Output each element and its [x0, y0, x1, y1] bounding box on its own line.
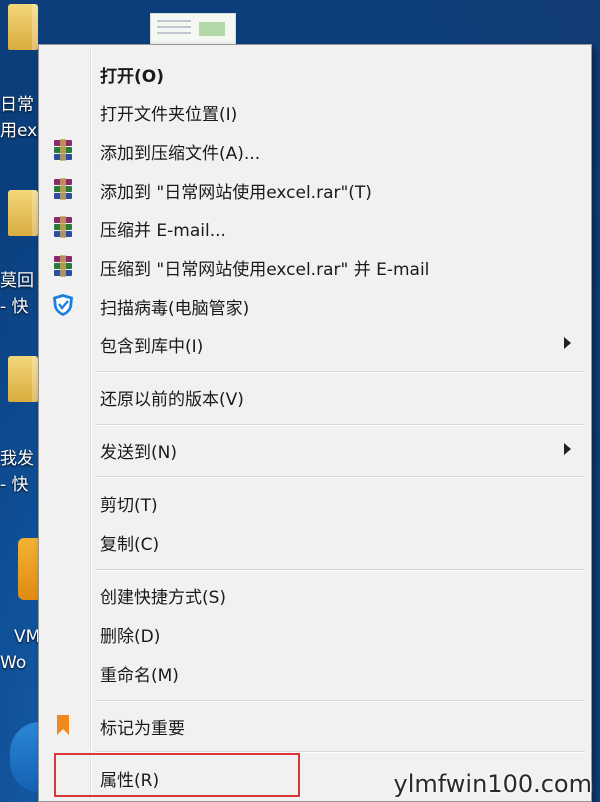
- menu-item-open[interactable]: 打开(O): [41, 57, 589, 89]
- menu-item-label: 创建快捷方式(S): [100, 588, 227, 608]
- bookmark-icon: [57, 715, 69, 735]
- menu-item-label: 压缩到 "日常网站使用excel.rar" 并 E-mail: [100, 260, 430, 280]
- menu-item-scan-virus[interactable]: 扫描病毒(电脑管家): [41, 289, 589, 321]
- menu-separator: [95, 424, 585, 426]
- winrar-books-icon: [54, 139, 72, 161]
- thumb-block: [199, 22, 225, 36]
- menu-separator: [95, 371, 585, 373]
- menu-item-label: 重命名(M): [100, 666, 179, 686]
- submenu-arrow-icon: [564, 443, 571, 455]
- menu-item-send-to[interactable]: 发送到(N): [41, 433, 589, 465]
- desktop-icon-label[interactable]: - 快: [0, 296, 40, 318]
- menu-item-compress-and-email[interactable]: 压缩并 E-mail...: [41, 211, 589, 243]
- context-menu: 打开(O) 打开文件夹位置(I) 添加到压缩文件(A)... 添加到 "日常网站…: [38, 44, 592, 802]
- thumb-line: [157, 26, 191, 28]
- menu-item-rename[interactable]: 重命名(M): [41, 656, 589, 688]
- properties-highlight-box: [54, 753, 300, 797]
- menu-separator: [95, 700, 585, 702]
- menu-separator: [95, 569, 585, 571]
- desktop-icon-label[interactable]: 日常: [0, 94, 40, 116]
- menu-item-label: 还原以前的版本(V): [100, 390, 244, 410]
- winrar-books-icon: [54, 178, 72, 200]
- menu-item-label: 复制(C): [100, 535, 160, 555]
- vm-app-icon[interactable]: [10, 722, 40, 792]
- menu-item-label: 标记为重要: [100, 719, 185, 739]
- menu-item-label: 删除(D): [100, 627, 161, 647]
- menu-item-label: 扫描病毒(电脑管家): [100, 299, 250, 319]
- menu-item-add-to-archive[interactable]: 添加到压缩文件(A)...: [41, 134, 589, 166]
- menu-item-label: 压缩并 E-mail...: [100, 221, 226, 241]
- menu-item-label: 包含到库中(I): [100, 337, 204, 357]
- desktop-icon-label[interactable]: 用ex: [0, 120, 40, 142]
- menu-item-include-in-library[interactable]: 包含到库中(I): [41, 327, 589, 359]
- menu-item-cut[interactable]: 剪切(T): [41, 486, 589, 518]
- desktop-icon-label[interactable]: 莫回: [0, 270, 40, 292]
- menu-item-label: 发送到(N): [100, 443, 177, 463]
- folder-icon[interactable]: [8, 4, 38, 50]
- watermark-text: ylmfwin100.com: [393, 770, 592, 798]
- folder-icon[interactable]: [8, 356, 38, 402]
- submenu-arrow-icon: [564, 337, 571, 349]
- menu-item-label: 添加到压缩文件(A)...: [100, 144, 261, 164]
- desktop-icon-label[interactable]: - 快: [0, 474, 40, 496]
- desktop-icon-label[interactable]: 我发: [0, 448, 40, 470]
- winrar-books-icon: [54, 216, 72, 238]
- menu-item-compress-to-rar-and-email[interactable]: 压缩到 "日常网站使用excel.rar" 并 E-mail: [41, 250, 589, 282]
- thumb-line: [157, 32, 191, 34]
- menu-item-label: 打开文件夹位置(I): [100, 105, 238, 125]
- menu-item-mark-important[interactable]: 标记为重要: [41, 709, 589, 741]
- menu-item-label: 添加到 "日常网站使用excel.rar"(T): [100, 183, 372, 203]
- thumb-line: [157, 20, 191, 22]
- desktop-icon-label[interactable]: Wo: [0, 652, 40, 674]
- app-icon[interactable]: [18, 538, 40, 600]
- menu-item-add-to-rar[interactable]: 添加到 "日常网站使用excel.rar"(T): [41, 173, 589, 205]
- menu-item-create-shortcut[interactable]: 创建快捷方式(S): [41, 578, 589, 610]
- winrar-books-icon: [54, 255, 72, 277]
- menu-item-delete[interactable]: 删除(D): [41, 617, 589, 649]
- shield-check-icon: [53, 294, 73, 316]
- menu-item-copy[interactable]: 复制(C): [41, 525, 589, 557]
- menu-item-label: 剪切(T): [100, 496, 158, 516]
- menu-item-open-file-location[interactable]: 打开文件夹位置(I): [41, 95, 589, 127]
- menu-item-restore-previous-versions[interactable]: 还原以前的版本(V): [41, 380, 589, 412]
- folder-icon[interactable]: [8, 190, 38, 236]
- menu-separator: [95, 476, 585, 478]
- menu-item-label: 打开(O): [100, 67, 164, 87]
